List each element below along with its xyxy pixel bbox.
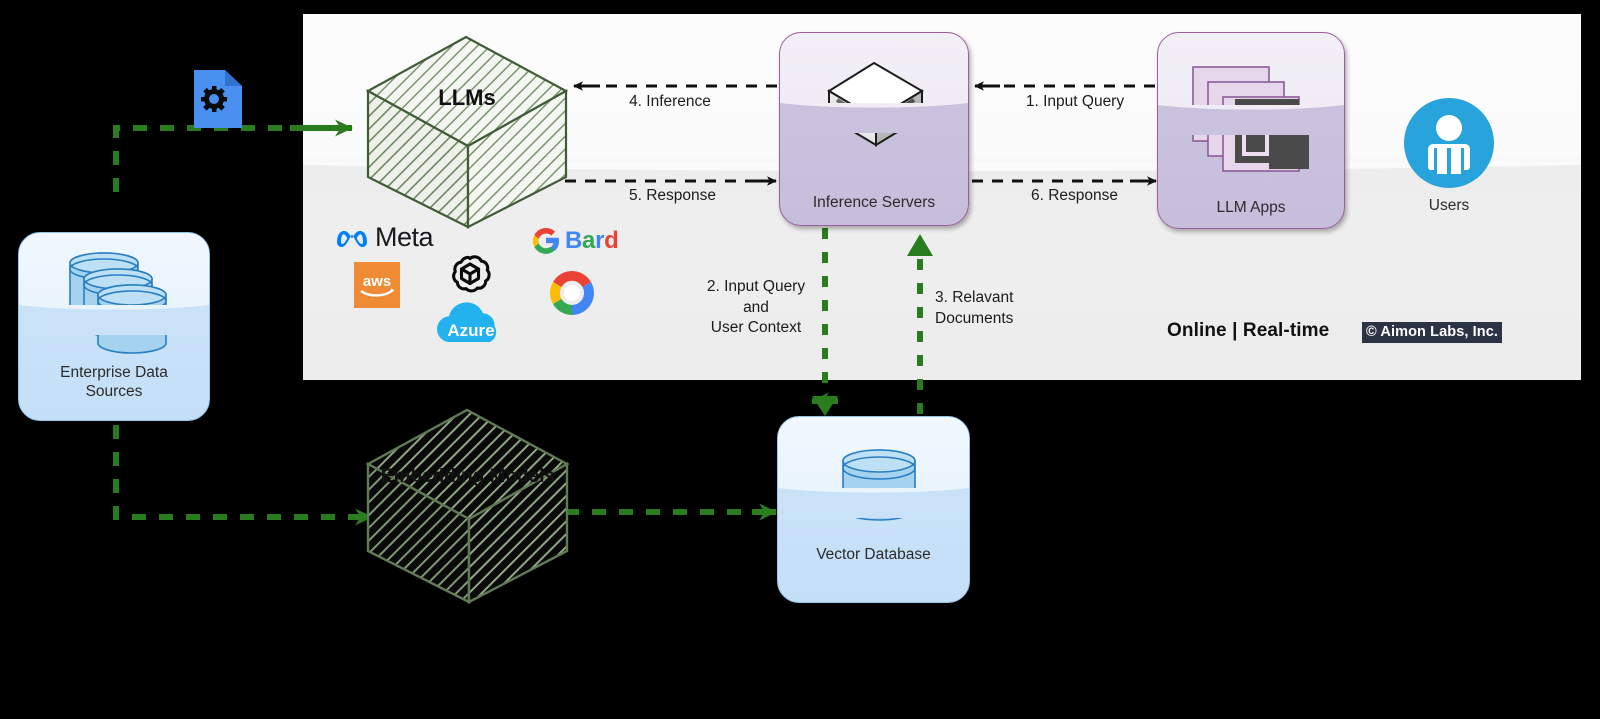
server-box-icon [826,59,926,151]
flow-data-to-embedding [113,425,348,520]
google-cloud-logo [540,268,604,318]
flow-label-step6: 6. Response [1030,187,1119,204]
flow-label-step4: 4. Inference [629,93,711,110]
copyright-badge: © Aimon Labs, Inc. [1362,322,1502,343]
users-label: Users [1428,197,1470,214]
panel-caption: Online | Real-time [1167,320,1330,341]
openai-logo [447,251,493,297]
google-bard-logo: Bard [530,225,619,257]
vector-database-label: Vector Database [816,546,931,563]
diagram-canvas: LLMs Embedding Models Inference Servers [0,0,1600,719]
users-circle-icon [1404,98,1494,188]
azure-logo: Azure [432,294,510,346]
node-llm-apps[interactable]: LLM Apps [1157,32,1345,229]
meta-logo-text: Meta [375,222,434,252]
flow-label-step2: 2. Input Query and User Context [706,278,806,337]
document-gear-icon [192,68,244,130]
node-users[interactable]: Users [1400,98,1498,228]
meta-logo: Meta [334,222,434,253]
database-cylinder-icon [840,449,918,523]
node-inference-servers[interactable]: Inference Servers [779,32,969,226]
llm-apps-label: LLM Apps [1216,199,1286,216]
aws-logo: aws [354,262,400,308]
enterprise-data-sources-label: Enterprise Data Sources [60,364,168,401]
bard-logo-text: Bard [565,227,619,254]
flow-step2-arrow-tip [812,396,838,416]
google-g-mark [532,227,560,254]
llms-cube: LLMs [362,33,572,233]
node-enterprise-data-sources[interactable]: Enterprise Data Sources [18,232,210,421]
svg-text:aws: aws [363,273,391,290]
stacked-app-windows-icon [1190,63,1315,183]
azure-logo-text: Azure [447,321,494,340]
triple-database-cylinder-icon [59,247,177,357]
embedding-models-cube: Embedding Models [362,406,574,608]
flow-doc-to-llms [113,125,290,192]
flow-label-step1: 1. Input Query [1025,93,1125,110]
flow-label-step3: 3. Relavant Documents [935,289,1014,327]
node-vector-database[interactable]: Vector Database [777,416,970,603]
flow-label-step5: 5. Response [628,187,717,204]
inference-servers-label: Inference Servers [812,194,936,211]
